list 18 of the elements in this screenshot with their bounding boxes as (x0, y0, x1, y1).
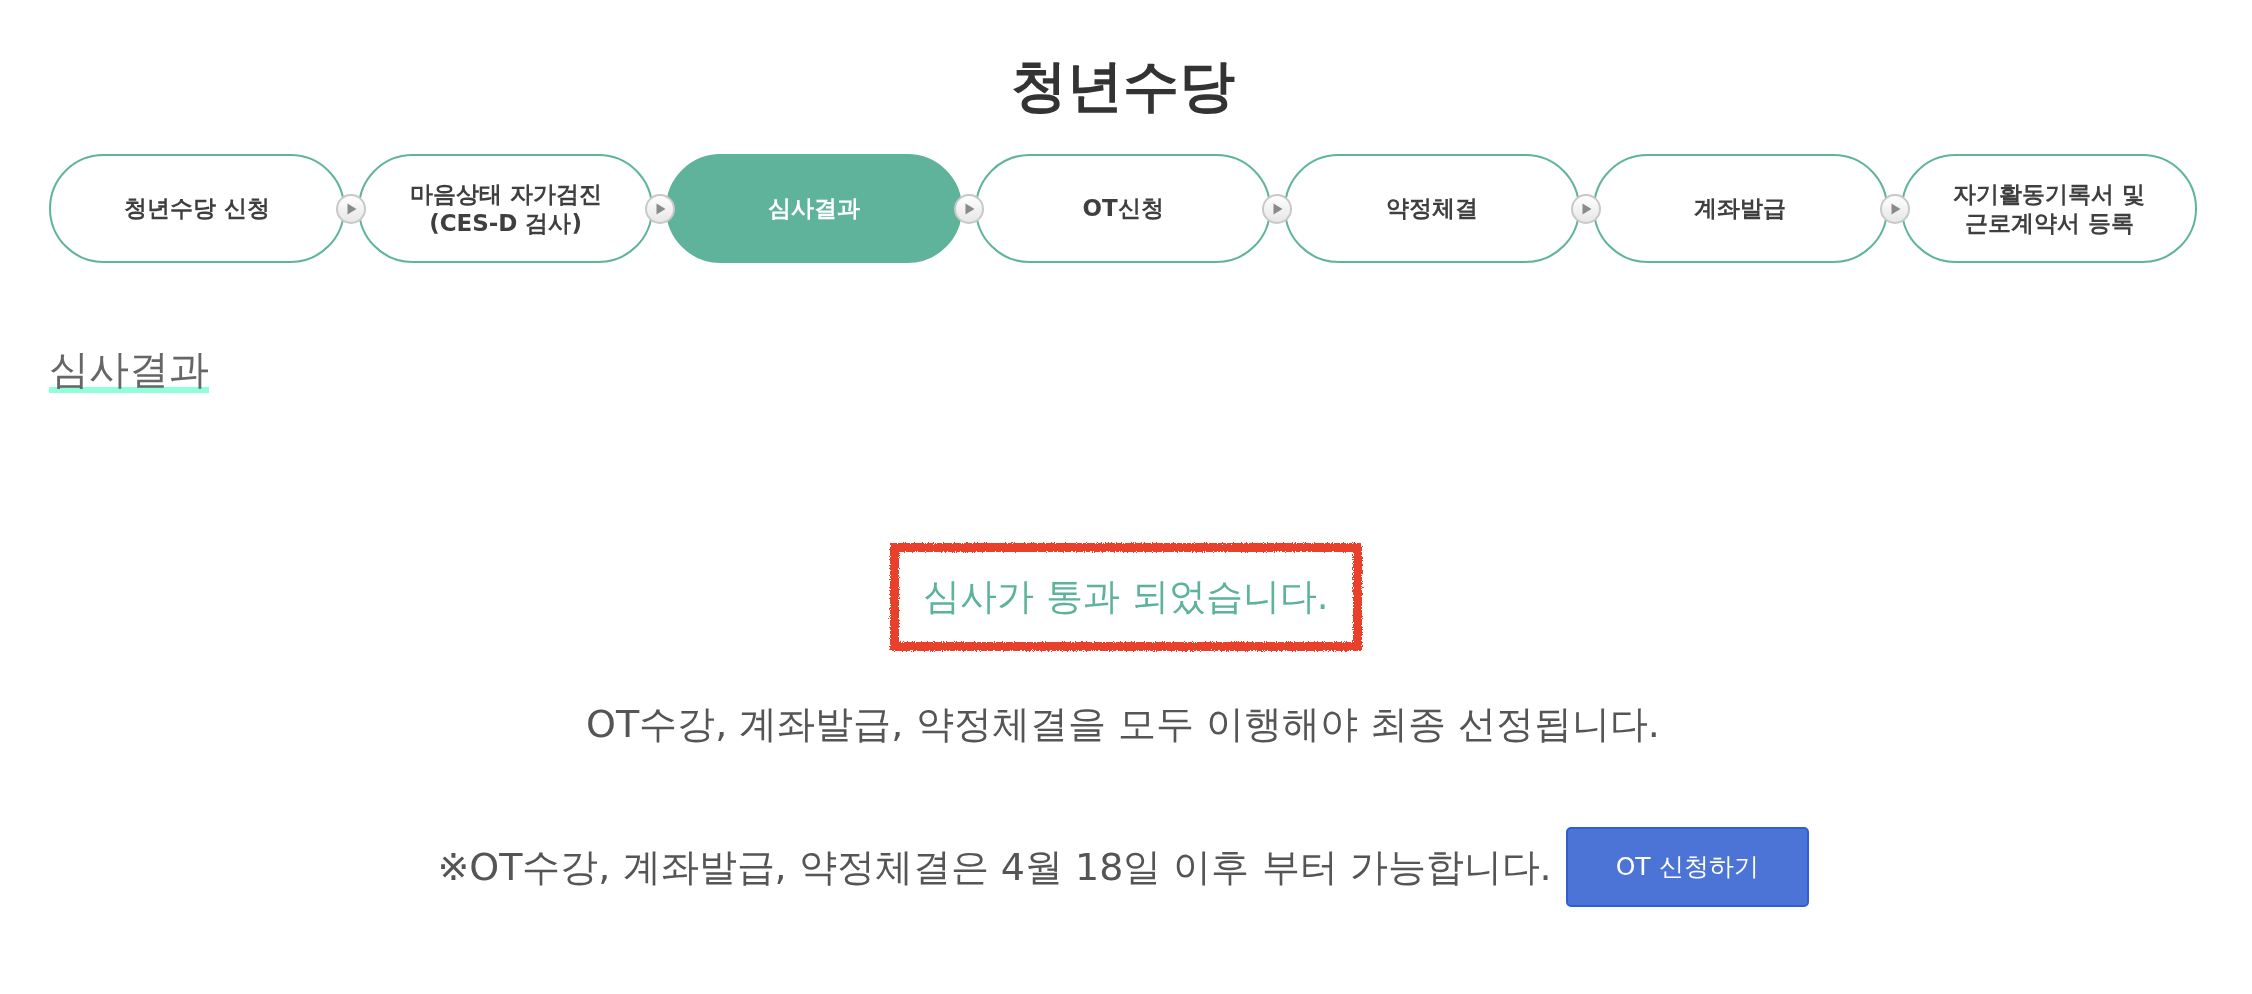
play-icon (336, 193, 367, 224)
step-item: 계좌발급 (1592, 154, 1889, 263)
availability-text: ※OT수강, 계좌발급, 약정체결은 4월 18일 이후 부터 가능합니다. (437, 844, 1552, 890)
play-icon (1262, 193, 1293, 224)
step-item: 약정체결 (1283, 154, 1580, 263)
step-item: OT신청 (975, 154, 1271, 263)
play-icon (644, 193, 675, 224)
play-icon (1879, 193, 1910, 224)
step-item: 자기활동기록서 및 근로계약서 등록 (1901, 154, 2198, 263)
result-message: 심사가 통과 되었습니다. (923, 574, 1329, 620)
notice-text: OT수강, 계좌발급, 약정체결을 모두 이행해야 최종 선정됩니다. (585, 701, 1661, 747)
play-icon (1571, 193, 1602, 224)
ot-apply-button[interactable]: OT 신청하기 (1565, 827, 1809, 907)
step-item: 심사결과 (666, 154, 963, 263)
step-item: 마음상태 자가검진 (CES-D 검사) (357, 154, 654, 263)
page-title: 청년수당 (1010, 52, 1236, 120)
step-item: 청년수당 신청 (49, 154, 345, 263)
play-icon (953, 193, 984, 224)
